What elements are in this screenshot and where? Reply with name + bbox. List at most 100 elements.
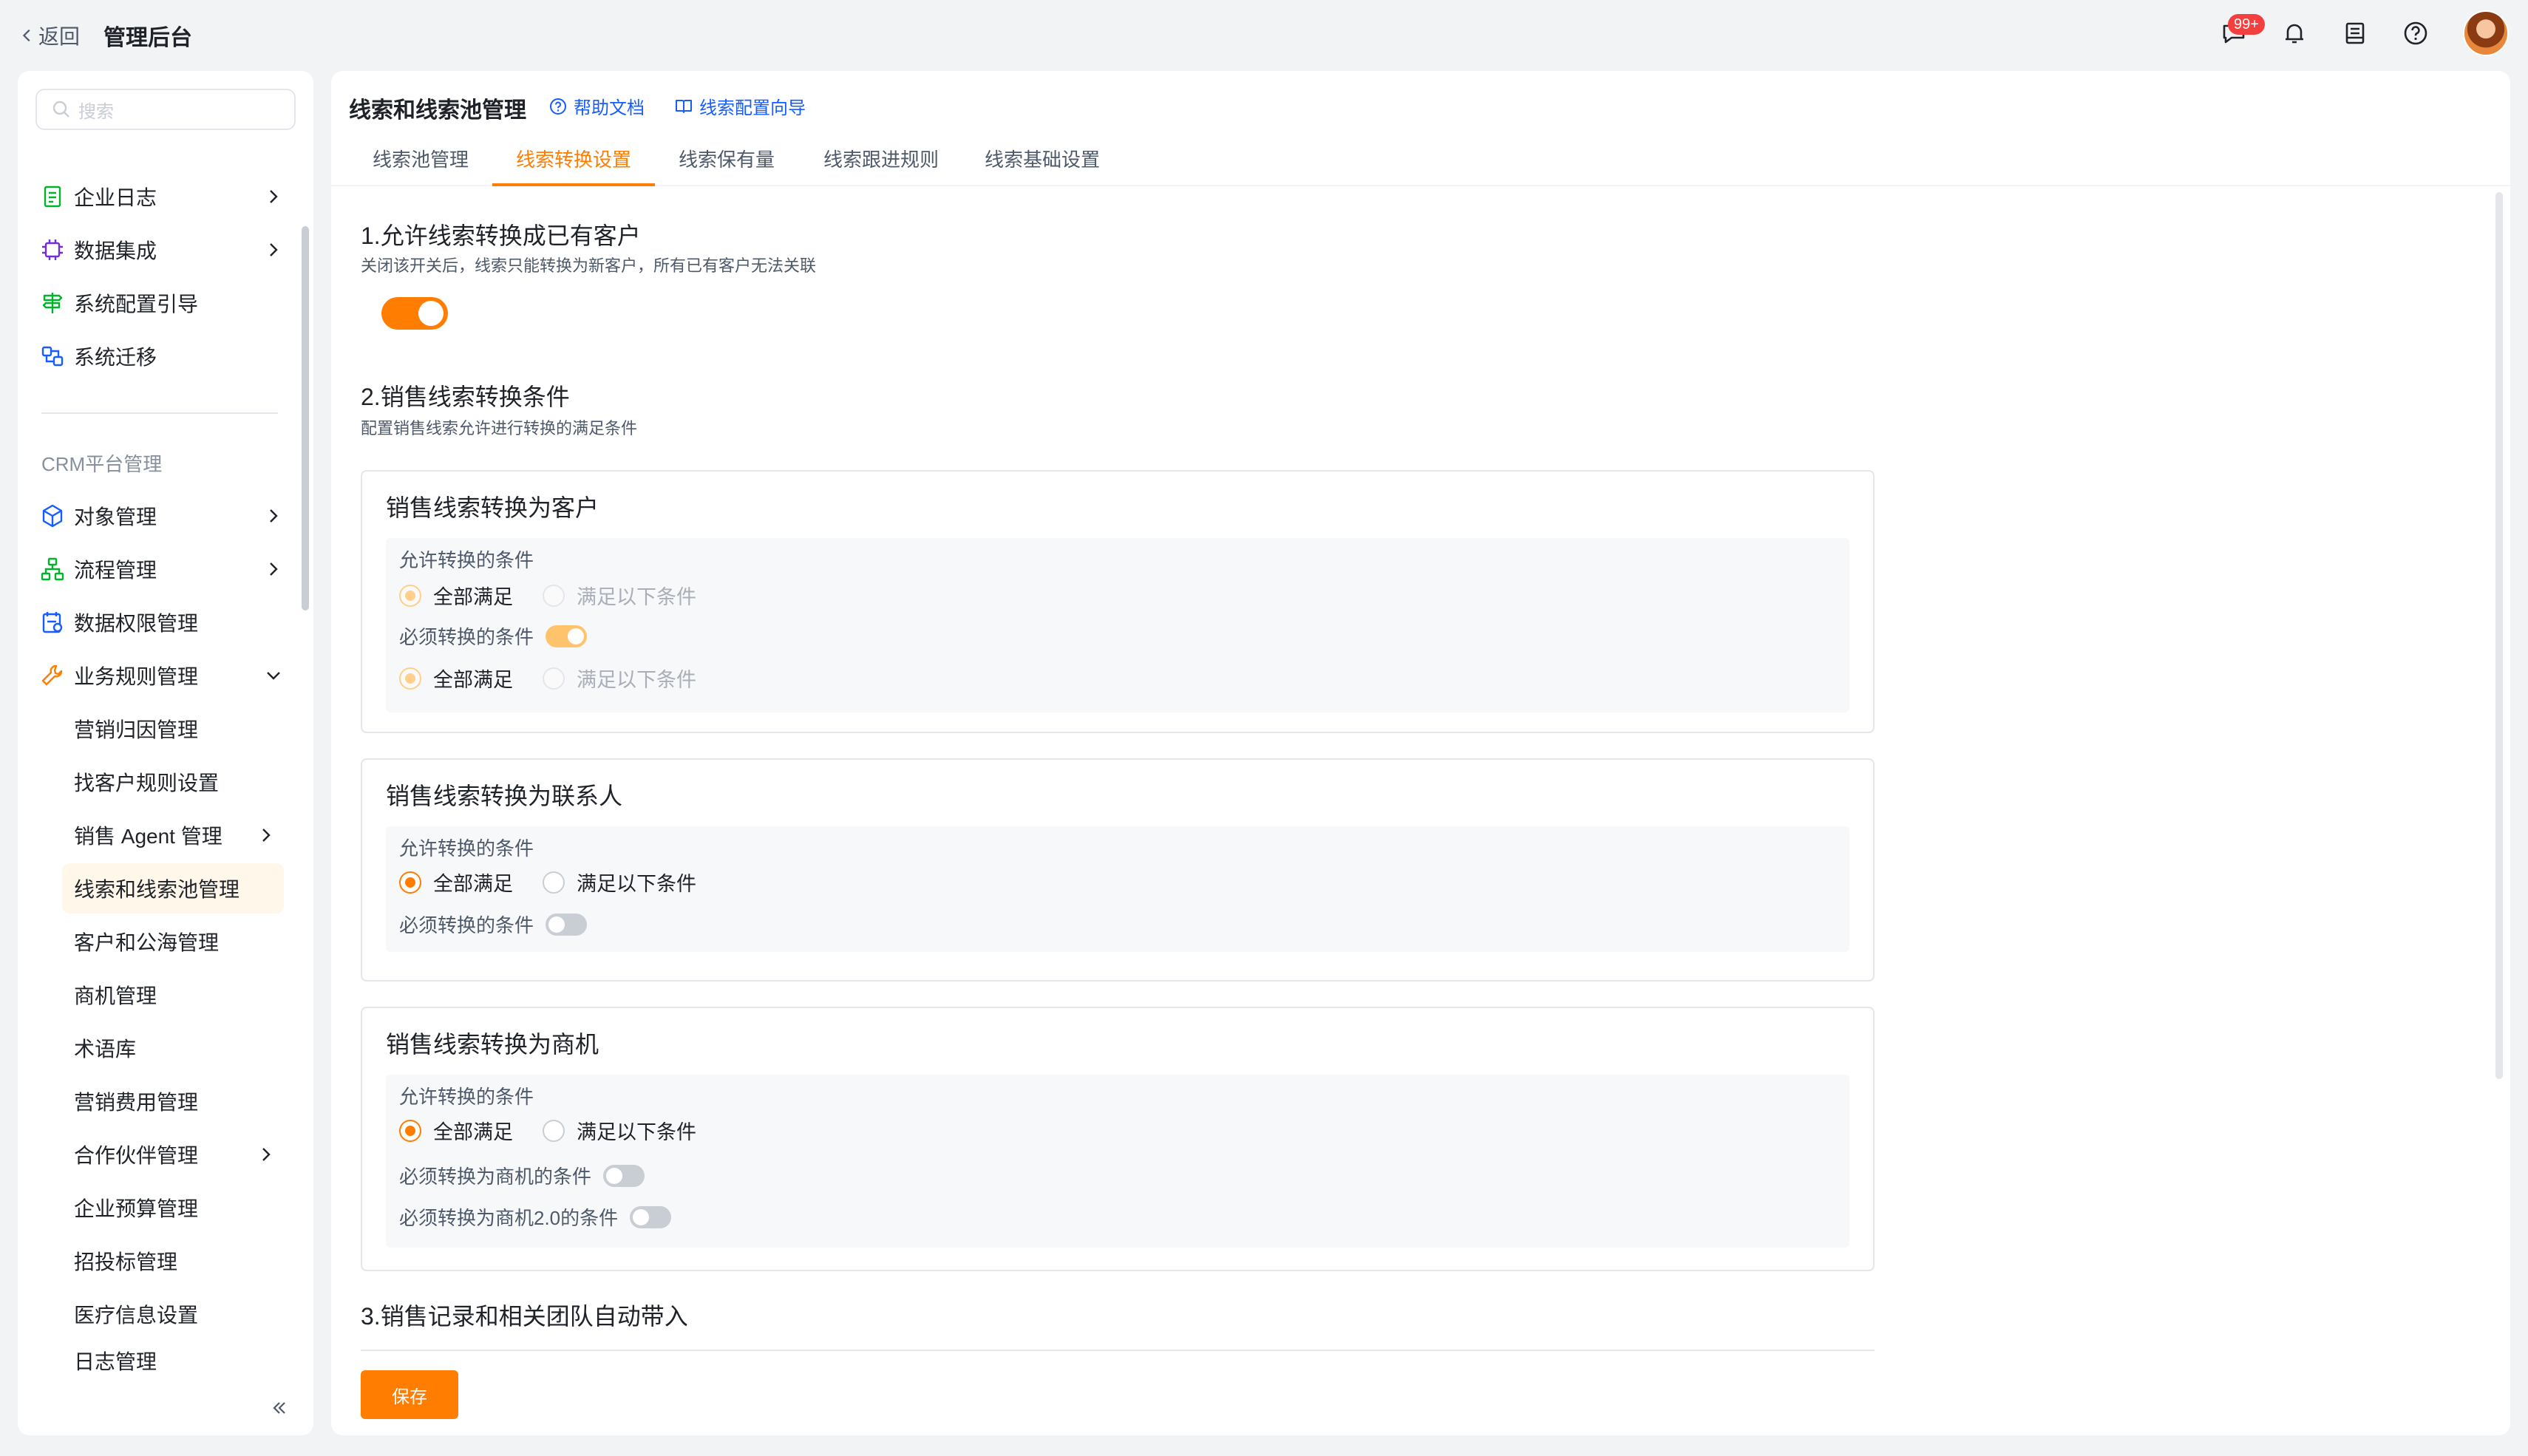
- sidebar-subitem[interactable]: 医疗信息设置: [62, 1289, 284, 1339]
- sidebar-subitem-label: 合作伙伴管理: [74, 1144, 199, 1167]
- flow-icon: [40, 557, 65, 582]
- tab-retention[interactable]: 线索保有量: [655, 145, 798, 186]
- sidebar-subitem[interactable]: 术语库: [62, 1023, 284, 1073]
- chip-icon: [40, 237, 65, 262]
- sidebar-scrollbar[interactable]: [302, 226, 309, 610]
- radio-following-conditions[interactable]: [543, 871, 565, 894]
- sidebar-subitem[interactable]: 客户和公海管理: [62, 916, 284, 967]
- radio-all-satisfied[interactable]: [399, 1119, 421, 1142]
- help-button[interactable]: [2402, 20, 2429, 47]
- user-avatar[interactable]: [2463, 10, 2509, 56]
- sidebar-subitem[interactable]: 销售 Agent 管理: [62, 810, 284, 860]
- sidebar-item-data-integration[interactable]: 数据集成: [40, 225, 284, 275]
- collapse-sidebar-icon[interactable]: [268, 1397, 290, 1419]
- sidebar-subitem[interactable]: 营销费用管理: [62, 1076, 284, 1126]
- sidebar-item-label: 企业日志: [74, 186, 157, 209]
- data-permission-icon: [40, 610, 65, 635]
- sidebar-subitem[interactable]: 招投标管理: [62, 1236, 284, 1286]
- help-docs-link[interactable]: 帮助文档: [548, 93, 645, 119]
- sidebar-item-system-migration[interactable]: 系统迁移: [40, 331, 284, 381]
- top-icons: 99+: [2221, 10, 2509, 56]
- save-button[interactable]: 保存: [361, 1370, 458, 1419]
- chevron-right-icon: [262, 829, 271, 842]
- must-condition-label: 必须转换的条件: [399, 626, 534, 648]
- must-opportunity-toggle[interactable]: [603, 1164, 645, 1187]
- radio-all-satisfied[interactable]: [399, 584, 421, 607]
- allow-condition-label: 允许转换的条件: [399, 1086, 534, 1108]
- sidebar-item-label: 对象管理: [74, 506, 157, 528]
- messages-button[interactable]: 99+: [2221, 14, 2265, 47]
- must-condition-label: 必须转换的条件: [399, 914, 534, 936]
- must-opportunity2-row: 必须转换为商机2.0的条件: [399, 1203, 672, 1231]
- tab-followup-rules[interactable]: 线索跟进规则: [800, 145, 962, 186]
- sidebar-subitem[interactable]: 企业预算管理: [62, 1183, 284, 1233]
- sidebar-item-label: 业务规则管理: [74, 665, 199, 688]
- allow-condition-label: 允许转换的条件: [399, 837, 534, 860]
- radio-all-label: 全部满足: [433, 586, 513, 608]
- must-condition-options: 全部满足 满足以下条件: [399, 664, 696, 693]
- chevron-left-icon: [22, 29, 30, 42]
- sidebar-subitem[interactable]: 日志管理: [62, 1342, 284, 1379]
- notification-badge: 99+: [2228, 14, 2265, 35]
- radio-all-satisfied[interactable]: [399, 871, 421, 894]
- sidebar-subitem-label: 医疗信息设置: [74, 1304, 199, 1327]
- config-guide-link[interactable]: 线索配置向导: [674, 93, 806, 119]
- cube-icon: [40, 503, 65, 528]
- sidebar-subitem[interactable]: 合作伙伴管理: [62, 1129, 284, 1180]
- card-title: 销售线索转换为联系人: [386, 783, 623, 809]
- must-opportunity2-toggle[interactable]: [630, 1205, 672, 1228]
- sidebar-item-flow-management[interactable]: 流程管理: [40, 544, 284, 594]
- sidebar-item-system-config-guide[interactable]: 系统配置引导: [40, 278, 284, 328]
- card-lead-to-contact: 销售线索转换为联系人 允许转换的条件 全部满足 满足以下条件 必须转换的条件: [361, 758, 1875, 982]
- sidebar-item-label: 数据集成: [74, 239, 157, 262]
- back-button[interactable]: 返回: [19, 21, 80, 50]
- card-lead-to-customer: 销售线索转换为客户 允许转换的条件 全部满足 满足以下条件 必须转换的条件 全部…: [361, 470, 1875, 733]
- must-condition-toggle[interactable]: [546, 913, 588, 936]
- radio-following-conditions[interactable]: [543, 1119, 565, 1142]
- sidebar-item-label: 系统配置引导: [74, 293, 199, 316]
- sidebar-item-label: 流程管理: [74, 559, 157, 582]
- inbox-icon: [2345, 22, 2365, 44]
- chevron-right-icon: [270, 190, 278, 203]
- radio-all-satisfied[interactable]: [399, 667, 421, 690]
- sidebar-subitem-active[interactable]: 线索和线索池管理: [62, 863, 284, 914]
- condition-box: 允许转换的条件 全部满足 满足以下条件 必须转换的条件: [386, 826, 1849, 952]
- allow-existing-customer-toggle[interactable]: [381, 297, 448, 330]
- must-opportunity-row: 必须转换为商机的条件: [399, 1162, 645, 1189]
- radio-following-conditions[interactable]: [543, 667, 565, 690]
- condition-box: 允许转换的条件 全部满足 满足以下条件 必须转换为商机的条件 必须转换为商机2.…: [386, 1075, 1849, 1248]
- sidebar-subitem-label: 营销归因管理: [74, 718, 199, 741]
- tasks-button[interactable]: [2342, 20, 2368, 47]
- notifications-button[interactable]: [2281, 20, 2308, 47]
- allow-condition-options: 全部满足 满足以下条件: [399, 581, 696, 610]
- footer-divider: [361, 1350, 1875, 1351]
- radio-following-conditions[interactable]: [543, 584, 565, 607]
- must-condition-toggle[interactable]: [546, 625, 588, 647]
- wrench-icon: [40, 663, 65, 688]
- tab-pool-management[interactable]: 线索池管理: [349, 145, 492, 186]
- section-1-title: 1.允许线索转换成已有客户: [361, 222, 641, 249]
- sidebar-item-object-management[interactable]: 对象管理: [40, 491, 284, 541]
- sidebar-subitem-label: 术语库: [74, 1038, 137, 1061]
- allow-condition-options: 全部满足 满足以下条件: [399, 868, 696, 897]
- toggle-knob: [633, 1208, 650, 1225]
- document-icon: [40, 184, 65, 209]
- sidebar-item-enterprise-log[interactable]: 企业日志: [40, 171, 284, 222]
- sidebar-item-data-permission[interactable]: 数据权限管理: [40, 597, 284, 647]
- chevron-right-icon: [270, 509, 278, 523]
- sidebar-item-business-rules[interactable]: 业务规则管理: [40, 650, 284, 701]
- must-opportunity2-label: 必须转换为商机2.0的条件: [399, 1207, 619, 1229]
- sidebar-subitem[interactable]: 找客户规则设置: [62, 757, 284, 807]
- book-icon: [676, 99, 692, 113]
- help-circle-icon: [550, 98, 566, 115]
- tab-basic-settings[interactable]: 线索基础设置: [961, 145, 1124, 186]
- migrate-icon: [40, 344, 65, 369]
- radio-following-label: 满足以下条件: [577, 586, 696, 608]
- sidebar-search[interactable]: 搜索: [35, 89, 296, 130]
- sidebar-subitem[interactable]: 商机管理: [62, 970, 284, 1020]
- sidebar-item-label: 系统迁移: [74, 346, 157, 369]
- tab-conversion-settings[interactable]: 线索转换设置: [492, 145, 656, 186]
- sidebar-subitem-label: 销售 Agent 管理: [74, 825, 222, 848]
- content-scrollbar[interactable]: [2495, 192, 2503, 1079]
- sidebar-subitem[interactable]: 营销归因管理: [62, 704, 284, 754]
